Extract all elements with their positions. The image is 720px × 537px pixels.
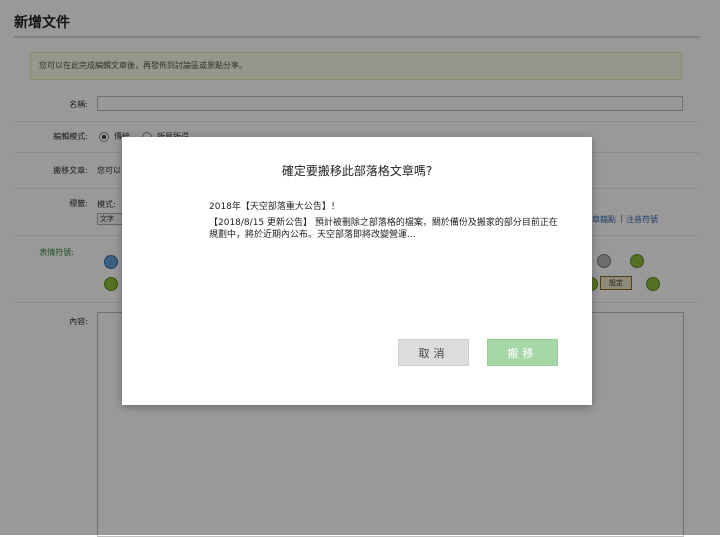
move-button[interactable]: 搬移	[487, 339, 558, 366]
cancel-button[interactable]: 取消	[398, 339, 469, 366]
post-excerpt: 【2018/8/15 更新公告】 預計被刪除之部落格的檔案，關於備份及搬家的部分…	[209, 218, 558, 240]
post-title: 2018年【天空部落重大公告】！	[209, 202, 340, 212]
dialog-title: 確定要搬移此部落格文章嗎?	[281, 164, 433, 178]
move-article-dialog: 確定要搬移此部落格文章嗎? 2018年【天空部落重大公告】！ 【2018/8/1…	[122, 137, 592, 405]
